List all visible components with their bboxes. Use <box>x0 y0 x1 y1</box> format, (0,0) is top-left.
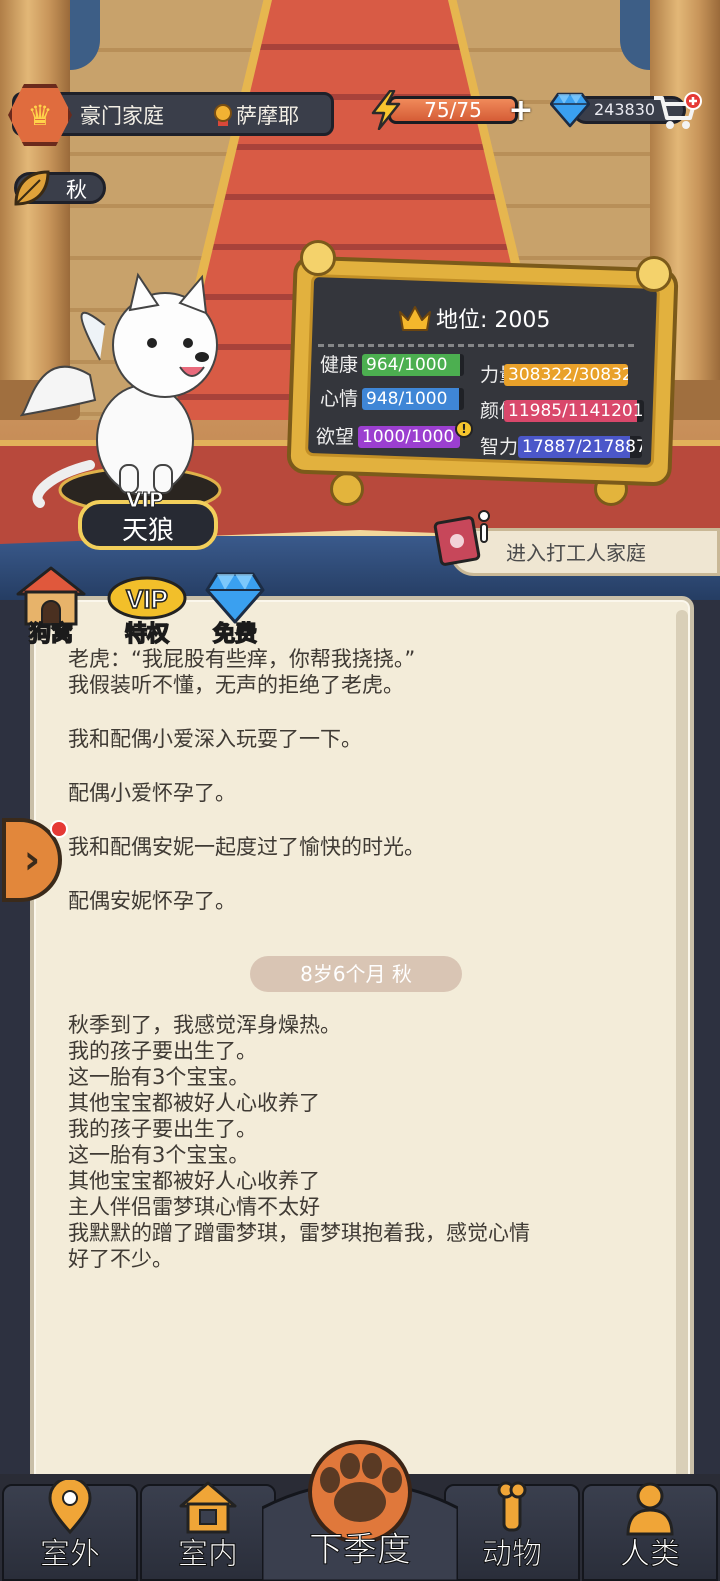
crown-icon <box>399 306 431 331</box>
stat-bar: 1000/1000 <box>358 426 460 448</box>
stat-value: 17887/217887 <box>522 437 642 457</box>
stat-label: 智力 <box>480 436 519 458</box>
log-line: 我的孩子要出生了。 <box>68 1117 257 1141</box>
stat-value: 11985/11412012 <box>508 401 644 421</box>
stat-value: 964/1000 <box>366 355 448 375</box>
nav-label-indoor: 室内 <box>178 1537 239 1573</box>
energy-bar: 75/75 <box>388 96 518 124</box>
medal-icon <box>214 104 232 126</box>
nav-label-humans: 人类 <box>620 1537 681 1573</box>
warning-icon[interactable]: ! <box>455 420 473 438</box>
log-line: 我假装听不懂，无声的拒绝了老虎。 <box>68 673 404 697</box>
event-log-bottom: 秋季到了，我感觉浑身燥热。 我的孩子要出生了。 这一胎有3个宝宝。 其他宝宝都被好人心… <box>68 1012 658 1272</box>
energy-text: 75/75 <box>424 98 482 122</box>
season-label: 秋 <box>66 178 87 202</box>
log-line: 我的孩子要出生了。 <box>68 1039 257 1063</box>
location-pin-icon <box>48 1480 92 1535</box>
doghouse-label: 狗窝 <box>28 621 74 648</box>
log-line: 老虎：“我屁股有些痒，你帮我挠挠。” <box>68 647 416 671</box>
autumn-leaf-icon <box>14 170 50 206</box>
stat-bar: 17887/217887 <box>518 436 642 458</box>
status-value: 地位: 2005 <box>436 308 551 333</box>
log-line: 秋季到了，我感觉浑身燥热。 <box>68 1013 341 1037</box>
pet-name: 天狼 <box>121 516 174 546</box>
stat-value: 1000/1000 <box>362 427 455 447</box>
free-gems-label: 免费 <box>212 621 258 648</box>
board-knob-left <box>300 240 336 276</box>
stat-value: 948/1000 <box>366 389 448 409</box>
stat-label: 欲望 <box>316 426 355 448</box>
nav-label-animals: 动物 <box>482 1537 543 1573</box>
log-scrollbar[interactable] <box>676 610 688 1480</box>
log-line: 这一胎有3个宝宝。 <box>68 1065 250 1089</box>
log-line: 其他宝宝都被好人心收养了 <box>68 1169 320 1193</box>
stat-bar: 948/1000 <box>362 388 464 410</box>
stat-bar: 308322/308322 <box>504 364 628 386</box>
paw-book-icon[interactable] <box>432 506 494 568</box>
event-log-top: 老虎：“我屁股有些痒，你帮我挠挠。” 我假装听不懂，无声的拒绝了老虎。 我和配偶小爱… <box>68 646 658 914</box>
notification-dot <box>50 820 68 838</box>
log-line: 我默默的蹭了蹭雷梦琪，雷梦琪抱着我，感觉心情 <box>68 1221 530 1245</box>
doghouse-button[interactable]: 狗窝 <box>6 566 96 648</box>
bone-icon <box>497 1481 527 1532</box>
nav-tab-outdoor[interactable]: 室外 <box>2 1480 138 1581</box>
board-divider <box>318 344 636 347</box>
nav-label-outdoor: 室外 <box>40 1537 101 1573</box>
stat-value: 308322/308322 <box>508 365 628 385</box>
log-gap <box>68 806 658 834</box>
log-line: 这一胎有3个宝宝。 <box>68 1143 250 1167</box>
breed-name: 萨摩耶 <box>236 104 299 128</box>
log-line: 好了不少。 <box>68 1247 173 1271</box>
chevron-right-icon: › <box>23 837 41 883</box>
nav-tab-animals[interactable]: 动物 <box>444 1481 580 1581</box>
log-line: 我和配偶安妮一起度过了愉快的时光。 <box>68 835 425 859</box>
enter-worker-family-label: 进入打工人家庭 <box>506 541 646 565</box>
log-line: 主人伴侣雷梦琪心情不太好 <box>68 1195 320 1219</box>
next-season-button[interactable]: 下季度 <box>262 1438 458 1581</box>
log-gap <box>68 752 658 780</box>
vip-privilege-button[interactable]: VIP 特权 <box>102 566 192 648</box>
stat-bar: 11985/11412012 <box>504 400 644 422</box>
vip-tag: VIP <box>126 488 165 513</box>
shop-cart-icon[interactable] <box>652 92 702 132</box>
svg-text:VIP: VIP <box>126 584 168 614</box>
samoyed-pet-image[interactable] <box>20 265 260 515</box>
stat-bar: 964/1000 <box>362 354 464 376</box>
nav-tab-indoor[interactable]: 室内 <box>140 1481 276 1581</box>
log-line: 配偶小爱怀孕了。 <box>68 781 236 805</box>
free-gems-button[interactable]: 免费 <box>190 566 280 648</box>
log-line: 其他宝宝都被好人心收养了 <box>68 1091 320 1115</box>
log-gap <box>68 860 658 888</box>
stat-label: 心情 <box>320 388 359 410</box>
house-icon <box>179 1481 237 1534</box>
log-line: 我和配偶小爱深入玩耍了一下。 <box>68 727 362 751</box>
gem-count: 243830 <box>594 100 656 119</box>
age-season-tag: 8岁6个月 秋 <box>250 956 462 992</box>
nav-tab-humans[interactable]: 人类 <box>582 1482 718 1581</box>
log-gap <box>68 698 658 726</box>
lightning-icon <box>371 90 401 130</box>
board-knob-right <box>636 256 672 292</box>
log-line: 配偶安妮怀孕了。 <box>68 889 236 913</box>
status-line: 地位: 2005 <box>398 302 550 334</box>
board-foot-left <box>330 472 364 506</box>
add-energy-button[interactable]: + <box>507 96 535 126</box>
nav-label-next-season: 下季度 <box>309 1530 412 1571</box>
stat-label: 健康 <box>320 354 359 376</box>
person-icon <box>626 1482 674 1536</box>
vip-privilege-label: 特权 <box>124 621 170 648</box>
gem-icon <box>550 92 590 128</box>
family-title: 豪门家庭 <box>80 104 164 128</box>
